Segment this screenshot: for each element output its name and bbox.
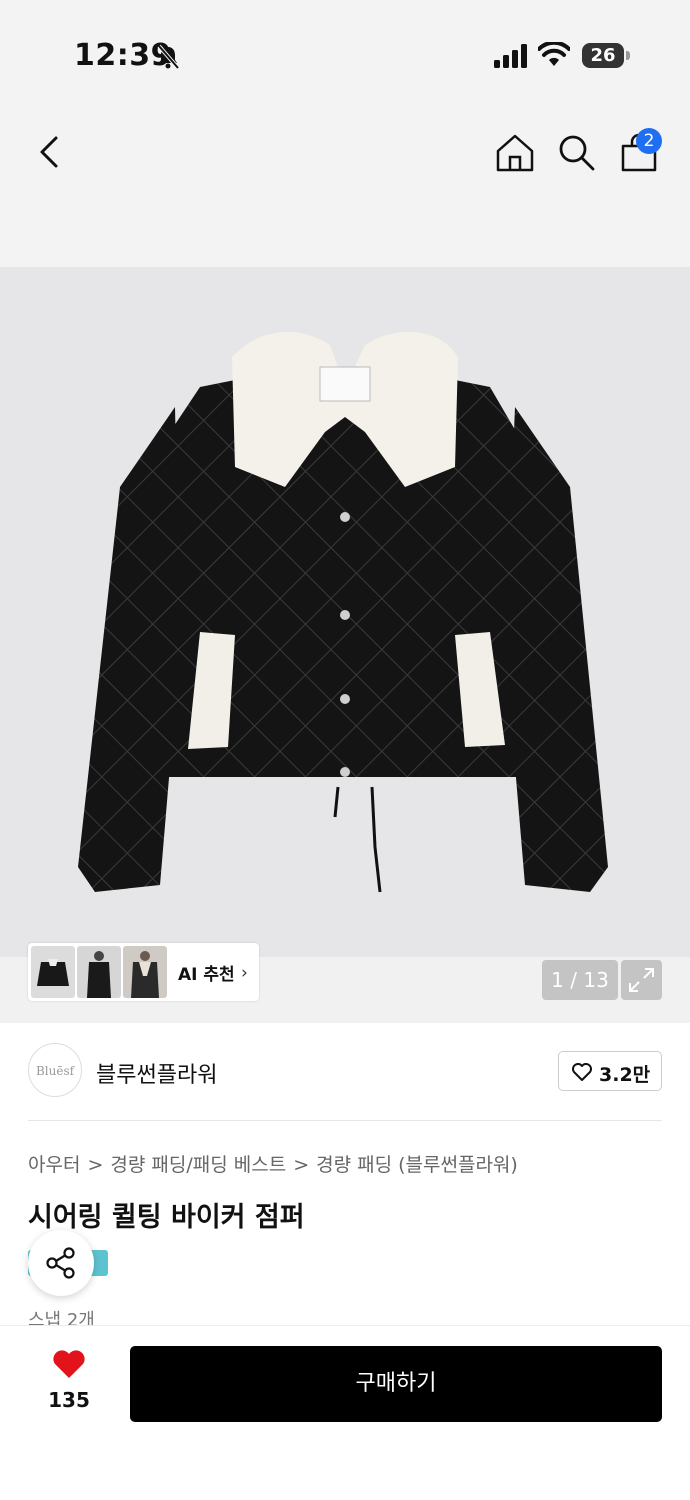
bottom-action-bar: 135 구매하기	[0, 1325, 690, 1500]
status-bar: 12:39 26	[0, 0, 690, 110]
chevron-right-icon: ›	[241, 963, 248, 983]
top-nav-bar	[0, 110, 690, 267]
brand-name[interactable]: 블루썬플라워	[96, 1057, 217, 1089]
ai-thumb-3[interactable]	[123, 946, 167, 998]
breadcrumb-separator: >	[293, 1154, 310, 1176]
heart-filled-icon	[53, 1350, 85, 1378]
share-icon	[46, 1247, 75, 1279]
back-arrow-icon[interactable]	[30, 130, 70, 174]
search-icon[interactable]	[556, 132, 596, 172]
buy-button[interactable]: 구매하기	[130, 1346, 662, 1422]
battery-icon: 26	[582, 43, 630, 68]
brand-like-count: 3.2만	[599, 1064, 651, 1086]
product-title: 시어링 퀼팅 바이커 점퍼	[28, 1202, 305, 1233]
cart-count-badge: 2	[636, 128, 662, 154]
breadcrumb-item-brand-padding[interactable]: 경량 패딩 (블루썬플라워)	[316, 1154, 518, 1176]
breadcrumb: 아우터 > 경량 패딩/패딩 베스트 > 경량 패딩 (블루썬플라워)	[28, 1150, 518, 1177]
ai-recommend-strip[interactable]: AI 추천 ›	[28, 943, 259, 1001]
cellular-signal-icon	[494, 44, 527, 68]
wifi-icon	[538, 42, 570, 66]
ai-thumb-1[interactable]	[31, 946, 75, 998]
brand-row[interactable]: Bluēsf 블루썬플라워 3.2만	[28, 1043, 662, 1119]
battery-level: 26	[582, 43, 624, 68]
bell-muted-icon	[157, 44, 180, 70]
brand-logo[interactable]: Bluēsf	[28, 1043, 82, 1097]
brand-like-button[interactable]: 3.2만	[558, 1051, 662, 1091]
breadcrumb-item-light-padding[interactable]: 경량 패딩/패딩 베스트	[110, 1154, 286, 1176]
breadcrumb-item-outer[interactable]: 아우터	[28, 1154, 80, 1176]
ai-recommend-label: AI 추천	[178, 965, 235, 985]
share-button[interactable]	[28, 1230, 94, 1296]
expand-icon[interactable]	[621, 960, 662, 1000]
product-image[interactable]	[0, 267, 690, 957]
heart-outline-icon	[572, 1063, 592, 1081]
divider	[28, 1120, 662, 1121]
home-icon[interactable]	[494, 132, 536, 174]
jacket-image	[0, 267, 690, 957]
breadcrumb-separator: >	[87, 1154, 104, 1176]
wishlist-count: 135	[48, 1388, 90, 1412]
wishlist-button[interactable]: 135	[40, 1348, 98, 1418]
image-page-indicator: 1 / 13	[542, 960, 618, 1000]
ai-thumb-2[interactable]	[77, 946, 121, 998]
